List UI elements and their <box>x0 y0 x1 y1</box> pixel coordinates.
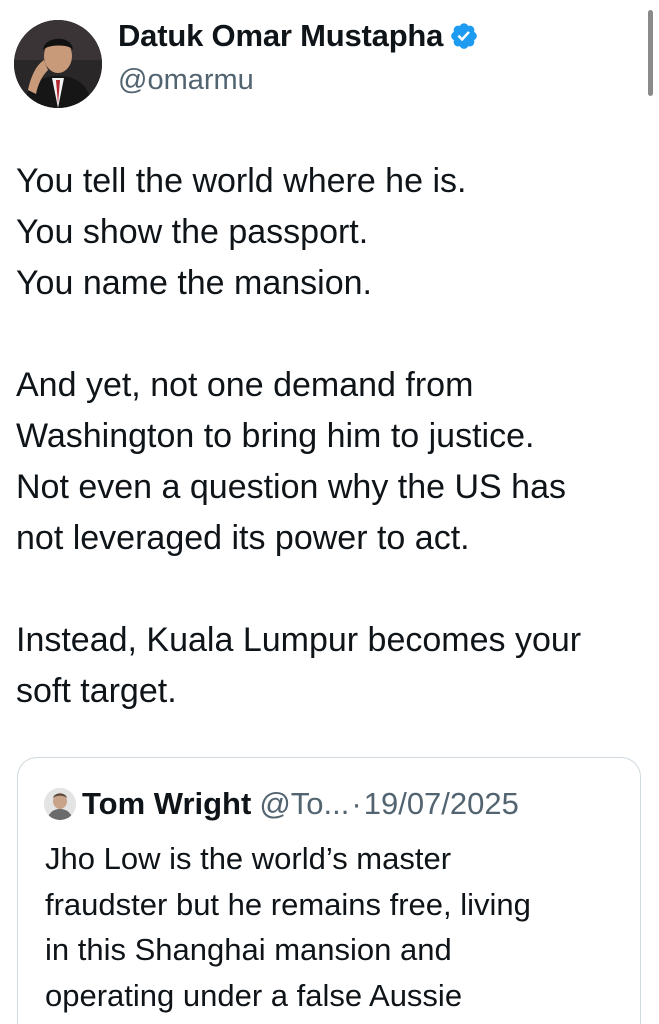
tweet-line: Not even a question why the US has <box>16 468 566 506</box>
verified-badge-icon[interactable] <box>449 21 479 51</box>
quoted-tweet-line: in this Shanghai mansion and <box>45 932 452 967</box>
quoted-tweet-card[interactable]: Tom Wright @To... · 19/07/2025 Jho Low i… <box>17 757 641 1024</box>
profile-photo-icon <box>14 20 102 108</box>
author-avatar[interactable] <box>14 20 102 108</box>
tweet-line: You tell the world where he is. <box>16 162 467 200</box>
tweet-line: soft target. <box>16 672 177 710</box>
quoted-tweet-text: Jho Low is the world’s master fraudster … <box>45 836 625 1018</box>
tweet-line: And yet, not one demand from <box>16 366 474 404</box>
tweet-header: Datuk Omar Mustapha @omarmu <box>14 18 634 110</box>
quoted-tweet-line: operating under a false Aussie <box>45 977 463 1013</box>
tweet-paragraph: You tell the world where he is. You show… <box>16 156 641 309</box>
tweet-paragraph: And yet, not one demand from Washington … <box>16 360 641 564</box>
author-display-name[interactable]: Datuk Omar Mustapha <box>118 18 443 54</box>
tweet-paragraph: Instead, Kuala Lumpur becomes your soft … <box>16 615 641 717</box>
tweet-line: You show the passport. <box>16 213 369 251</box>
author-handle[interactable]: @omarmu <box>118 64 254 97</box>
profile-photo-icon <box>44 788 76 820</box>
quoted-author-avatar[interactable] <box>44 788 76 820</box>
tweet-line: Washington to bring him to justice. <box>16 417 535 455</box>
quoted-tweet-line: Jho Low is the world’s master <box>45 841 452 876</box>
quoted-author-name[interactable]: Tom Wright <box>82 786 251 822</box>
tweet-line: Instead, Kuala Lumpur becomes your <box>16 621 582 659</box>
quoted-tweet-date[interactable]: 19/07/2025 <box>364 786 519 822</box>
quoted-author-handle[interactable]: @To... <box>259 786 349 822</box>
dot-separator: · <box>351 786 362 821</box>
tweet-line: not leveraged its power to act. <box>16 519 470 557</box>
quoted-tweet-line: fraudster but he remains free, living <box>45 886 531 922</box>
tweet-text: You tell the world where he is. You show… <box>16 156 641 717</box>
tweet-line: You name the mansion. <box>16 264 372 302</box>
author-name-row: Datuk Omar Mustapha <box>118 18 479 54</box>
scrollbar-thumb[interactable] <box>648 10 653 96</box>
quoted-tweet-header: Tom Wright @To... · 19/07/2025 <box>44 786 519 822</box>
